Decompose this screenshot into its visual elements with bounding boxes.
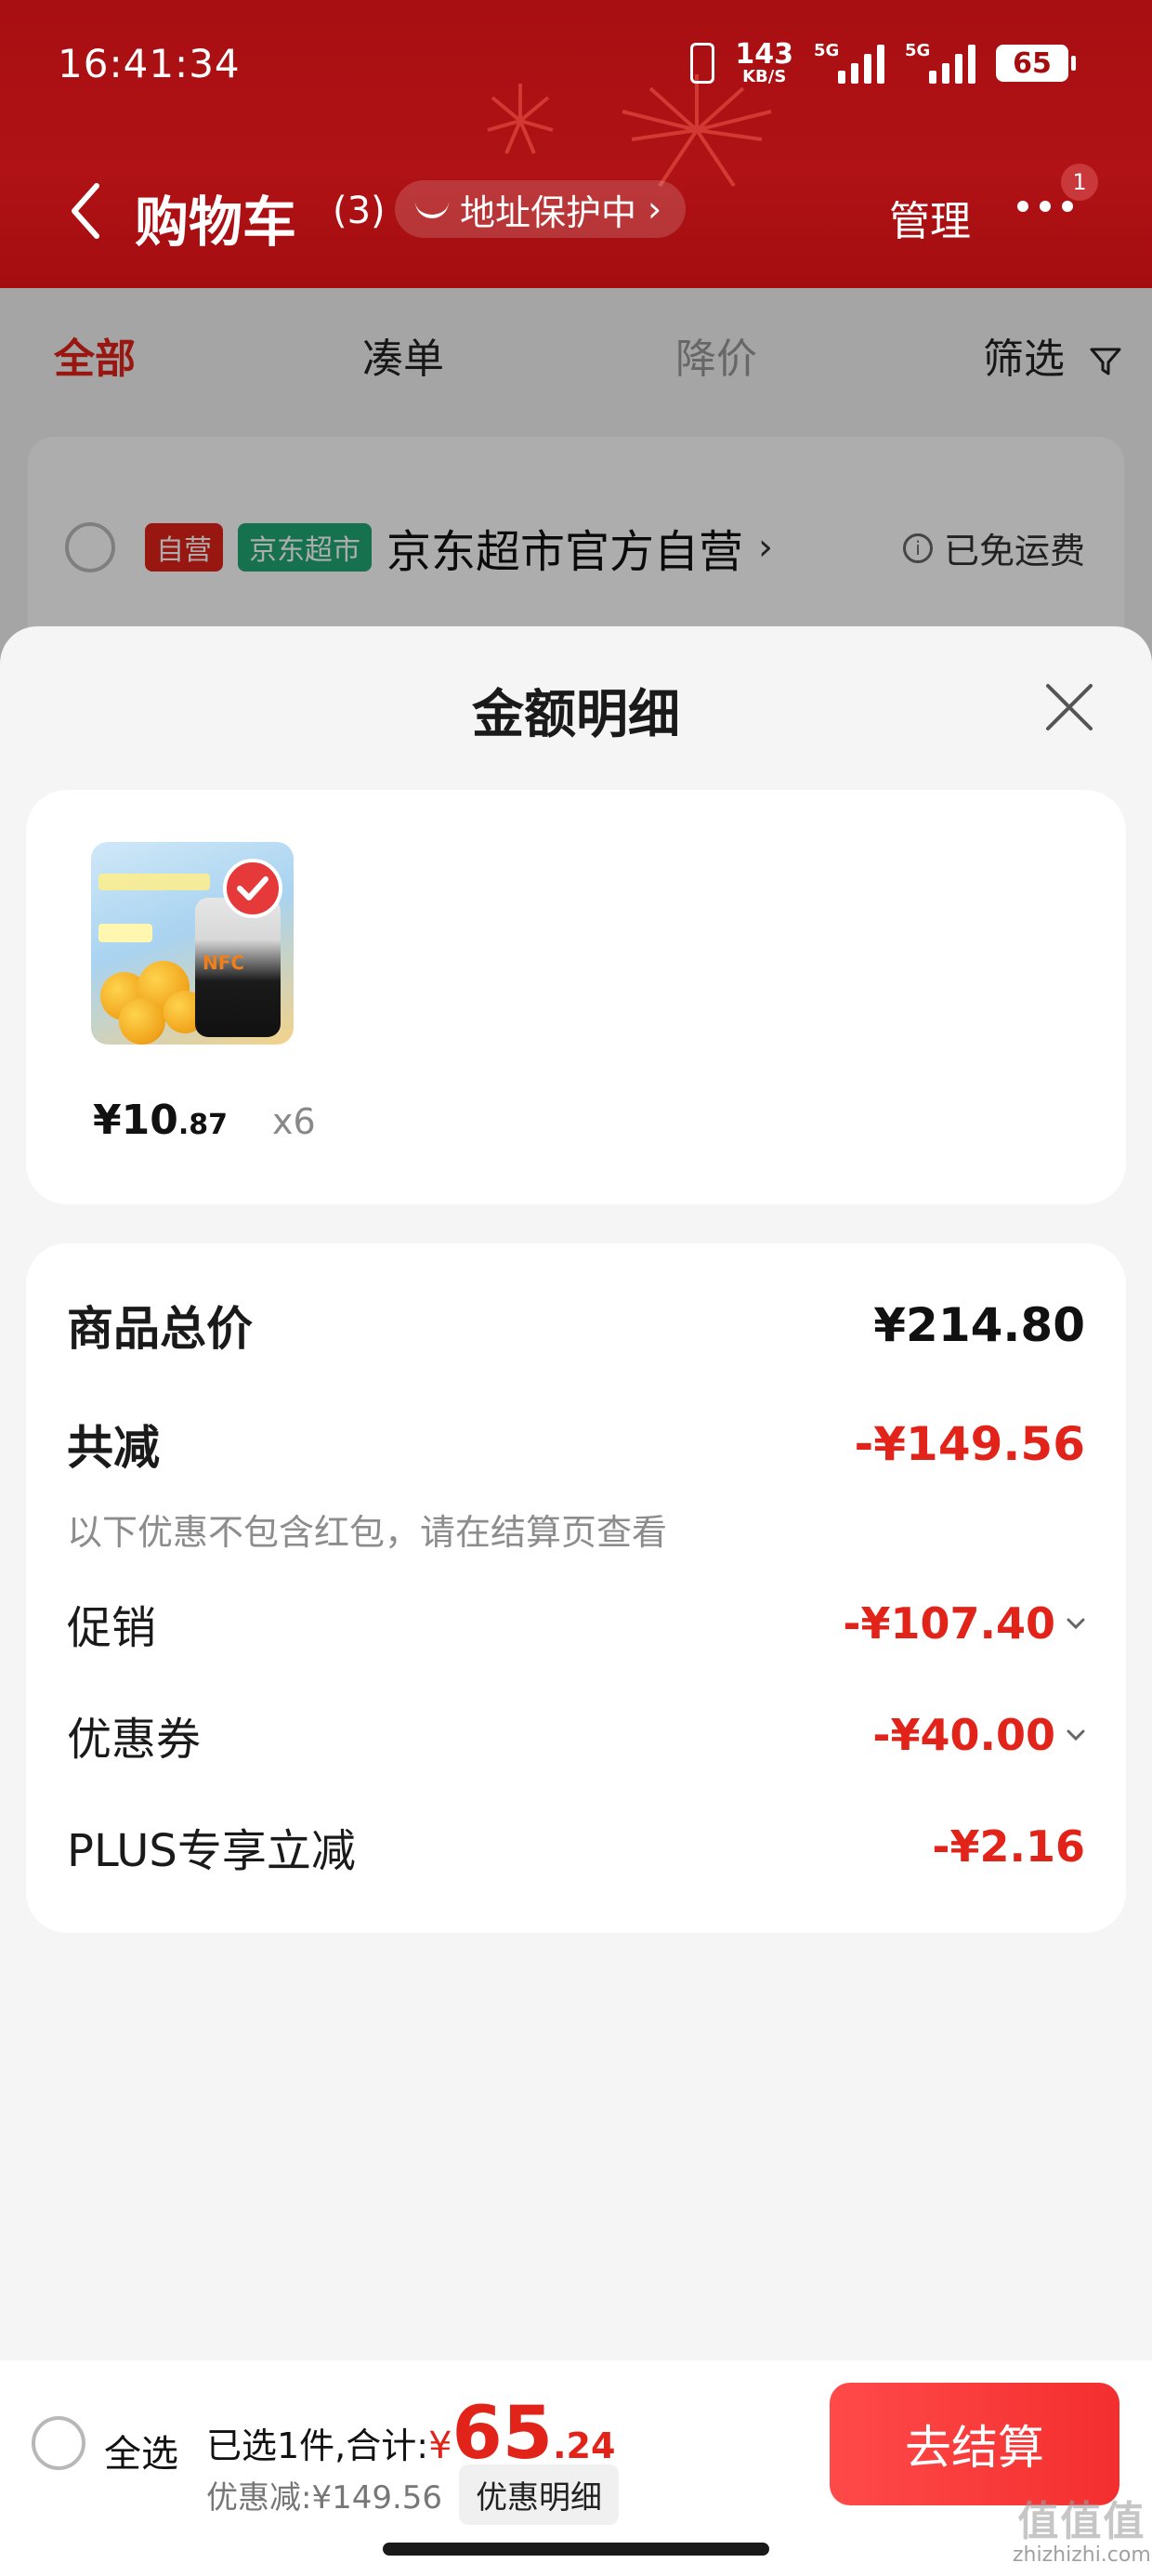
product-image[interactable]: NFC — [91, 842, 294, 1045]
total-currency: ¥ — [428, 2425, 452, 2467]
back-arrow-icon[interactable] — [63, 178, 110, 243]
status-bar: 16:41:34 143 KB/S 5G 5G 65 — [0, 0, 1152, 139]
net-speed-unit: KB/S — [742, 67, 787, 86]
selected-text: 已选1件,合计: — [206, 2425, 429, 2466]
chevron-down-icon[interactable] — [1067, 1728, 1085, 1741]
close-icon[interactable] — [1042, 680, 1096, 734]
smile-icon — [415, 200, 449, 218]
plus-discount-row: PLUS专享立减 -¥2.16 — [67, 1814, 1085, 1879]
coupon-value: -¥40.00 — [872, 1710, 1055, 1760]
total-reduce-row: 共减 -¥149.56 — [67, 1411, 1085, 1478]
goods-total-value: ¥214.80 — [873, 1298, 1085, 1352]
total-decimal: .24 — [553, 2425, 616, 2466]
promotion-label: 促销 — [67, 1602, 157, 1654]
sheet-title: 金额明细 — [472, 685, 680, 745]
discount-line: 优惠减:¥149.56 优惠明细 — [206, 2464, 620, 2525]
address-protect-pill[interactable]: 地址保护中 › — [395, 180, 687, 238]
amount-detail-card: 商品总价 ¥214.80 共减 -¥149.56 以下优惠不包含红包，请在结算页… — [26, 1243, 1126, 1933]
signal-icon-1: 5G — [814, 41, 884, 84]
battery-icon: 65 — [996, 45, 1076, 82]
home-indicator[interactable] — [383, 2543, 769, 2556]
select-all-label[interactable]: 全选 — [104, 2424, 178, 2477]
status-icons: 143 KB/S 5G 5G 65 — [690, 41, 1076, 85]
price-decimal: .87 — [177, 1109, 229, 1141]
product-card: NFC ¥10 .87 x6 — [26, 790, 1126, 1204]
watermark-logo: 值值值 zhizhizhi.com — [1013, 2498, 1151, 2568]
product-quantity: x6 — [272, 1101, 316, 1142]
status-time: 16:41:34 — [58, 41, 241, 86]
discount-note: 以下优惠不包含红包，请在结算页查看 — [67, 1512, 668, 1553]
address-protect-label: 地址保护中 — [460, 191, 637, 233]
price-integer: ¥10 — [93, 1097, 178, 1144]
promotion-row[interactable]: 促销 -¥107.40 — [67, 1591, 1085, 1656]
net-speed-value: 143 — [735, 38, 793, 71]
selected-total: 已选1件,合计: ¥ 65 .24 — [206, 2398, 615, 2470]
goods-total-row: 商品总价 ¥214.80 — [67, 1292, 1085, 1359]
coupon-label: 优惠券 — [67, 1714, 202, 1766]
drink-can: NFC — [195, 898, 281, 1037]
net-speed: 143 KB/S — [735, 41, 793, 85]
signal-tag-2: 5G — [905, 41, 931, 60]
plus-discount-value: -¥2.16 — [932, 1821, 1085, 1872]
chevron-right-icon: › — [648, 189, 662, 230]
nav-bar: 购物车 (3) 地址保护中 › 管理 1 — [0, 164, 1152, 254]
signal-icon-2: 5G — [905, 41, 975, 84]
product-price: ¥10 .87 x6 — [93, 1097, 316, 1144]
signal-tag-1: 5G — [814, 41, 840, 60]
page-title: 购物车 — [135, 191, 297, 254]
vibrate-icon — [690, 43, 715, 84]
total-reduce-value: -¥149.56 — [854, 1417, 1086, 1471]
chevron-down-icon[interactable] — [1067, 1617, 1085, 1630]
coupon-row[interactable]: 优惠券 -¥40.00 — [67, 1702, 1085, 1768]
select-all-radio[interactable] — [32, 2416, 85, 2470]
check-badge-icon — [223, 859, 282, 918]
total-integer: 65 — [452, 2392, 554, 2476]
promotion-value: -¥107.40 — [843, 1598, 1055, 1649]
more-icon[interactable] — [1017, 201, 1073, 212]
amount-detail-sheet: 金额明细 NFC ¥10 .87 x6 商品总价 ¥214.80 共减 -¥14… — [0, 626, 1152, 2576]
cart-count: (3) — [333, 190, 386, 232]
manage-button[interactable]: 管理 — [889, 188, 971, 247]
discount-amount: 优惠减:¥149.56 — [206, 2479, 443, 2517]
discount-detail-button[interactable]: 优惠明细 — [459, 2464, 620, 2525]
plus-discount-label: PLUS专享立减 — [67, 1825, 356, 1877]
total-reduce-label: 共减 — [67, 1421, 160, 1475]
checkout-button[interactable]: 去结算 — [830, 2383, 1119, 2505]
goods-total-label: 商品总价 — [67, 1302, 253, 1356]
message-badge: 1 — [1061, 164, 1098, 201]
